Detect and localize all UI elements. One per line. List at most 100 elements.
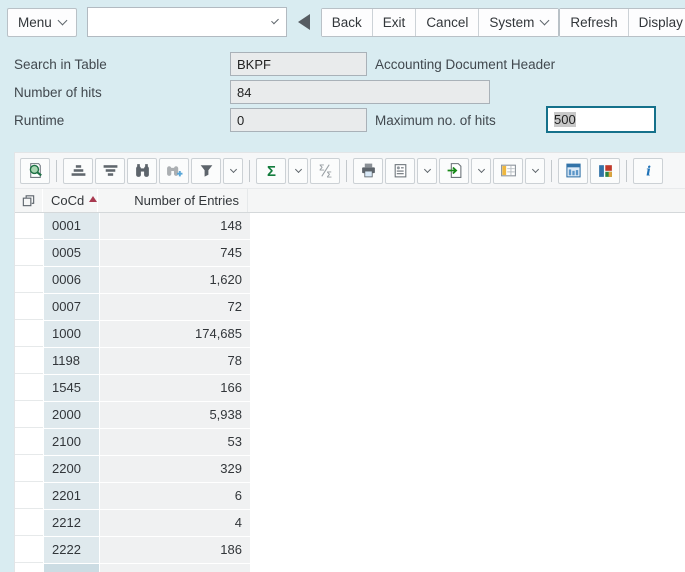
table-row[interactable]: 0001 148 — [15, 213, 685, 239]
menu-button[interactable]: Menu — [7, 7, 77, 37]
info-icon: i — [640, 162, 657, 179]
cocd-cell[interactable]: 1000 — [44, 321, 99, 347]
export-dropdown-button[interactable] — [471, 157, 491, 184]
command-combobox[interactable] — [86, 7, 287, 37]
row-select-cell[interactable] — [15, 483, 43, 509]
cocd-cell[interactable]: 0007 — [44, 294, 99, 320]
cocd-cell[interactable]: 0001 — [44, 213, 99, 239]
select-all-button[interactable] — [15, 189, 43, 212]
cocd-cell[interactable]: 0006 — [44, 267, 99, 293]
cocd-cell[interactable]: 2100 — [44, 429, 99, 455]
cocd-cell[interactable]: 2201 — [44, 483, 99, 509]
row-select-cell[interactable] — [15, 456, 43, 482]
print-button[interactable] — [353, 157, 383, 184]
row-select-cell[interactable] — [15, 564, 43, 572]
entries-cell[interactable]: 174,685 — [100, 321, 250, 347]
runtime-field[interactable]: 0 — [230, 108, 367, 132]
entries-cell[interactable]: 6 — [100, 483, 250, 509]
table-row[interactable]: 2201 6 — [15, 483, 685, 509]
system-menu-button[interactable]: System — [478, 8, 559, 36]
export-button[interactable] — [439, 157, 469, 184]
entries-cell[interactable]: 72 — [100, 294, 250, 320]
table-row-partial[interactable] — [15, 564, 685, 572]
row-select-cell[interactable] — [15, 429, 43, 455]
back-button[interactable]: Back — [321, 8, 372, 36]
table-row[interactable]: 0007 72 — [15, 294, 685, 320]
find-next-button[interactable] — [159, 157, 189, 184]
cocd-cell[interactable]: 0005 — [44, 240, 99, 266]
cocd-cell[interactable]: 1545 — [44, 375, 99, 401]
search-in-table-label: Search in Table — [14, 57, 107, 72]
sort-ascending-button[interactable] — [63, 157, 93, 184]
column-header-entries[interactable]: Number of Entries — [98, 189, 248, 212]
cocd-cell[interactable]: 2200 — [44, 456, 99, 482]
row-select-cell[interactable] — [15, 294, 43, 320]
max-hits-input[interactable]: 500 — [546, 106, 656, 133]
row-select-cell[interactable] — [15, 375, 43, 401]
number-of-hits-field[interactable]: 84 — [230, 80, 490, 104]
cocd-cell[interactable]: 2222 — [44, 537, 99, 563]
row-select-cell[interactable] — [15, 510, 43, 536]
table-row[interactable]: 2100 53 — [15, 429, 685, 455]
entries-cell[interactable]: 745 — [100, 240, 250, 266]
row-select-cell[interactable] — [15, 321, 43, 347]
views-dropdown-button[interactable] — [417, 157, 437, 184]
cocd-cell[interactable]: 2000 — [44, 402, 99, 428]
sum-button[interactable]: Σ — [256, 157, 286, 184]
table-row[interactable]: 2212 4 — [15, 510, 685, 536]
cocd-cell[interactable] — [44, 564, 99, 572]
layout-button[interactable] — [493, 157, 523, 184]
details-button[interactable] — [20, 157, 50, 184]
display-selection-button[interactable]: Display Selection — [627, 8, 685, 36]
sort-descending-button[interactable] — [95, 157, 125, 184]
search-table-field[interactable]: BKPF — [230, 52, 367, 76]
views-button[interactable] — [385, 157, 415, 184]
entries-cell[interactable]: 148 — [100, 213, 250, 239]
entries-cell[interactable]: 5,938 — [100, 402, 250, 428]
svg-text:i: i — [646, 164, 651, 179]
subtotals-button[interactable]: ΣΣ — [310, 157, 340, 184]
entries-cell[interactable]: 1,620 — [100, 267, 250, 293]
chevron-down-icon — [531, 165, 539, 174]
row-select-cell[interactable] — [15, 240, 43, 266]
entries-cell[interactable]: 78 — [100, 348, 250, 374]
command-field[interactable] — [96, 14, 273, 30]
toolbar-separator — [249, 159, 250, 182]
row-select-cell[interactable] — [15, 348, 43, 374]
entries-cell[interactable]: 53 — [100, 429, 250, 455]
cocd-cell[interactable]: 1198 — [44, 348, 99, 374]
chart-button[interactable] — [590, 157, 620, 184]
entries-cell[interactable]: 4 — [100, 510, 250, 536]
info-button[interactable]: i — [633, 157, 663, 184]
entries-cell[interactable]: 186 — [100, 537, 250, 563]
row-select-cell[interactable] — [15, 267, 43, 293]
layout-dropdown-button[interactable] — [525, 157, 545, 184]
sum-icon: Σ — [263, 162, 280, 179]
table-row[interactable]: 2000 5,938 — [15, 402, 685, 428]
cancel-button[interactable]: Cancel — [415, 8, 479, 36]
filter-dropdown-button[interactable] — [223, 157, 243, 184]
entries-cell[interactable]: 329 — [100, 456, 250, 482]
entries-cell[interactable] — [100, 564, 250, 572]
refresh-button[interactable]: Refresh — [560, 8, 628, 36]
find-button[interactable] — [127, 157, 157, 184]
row-select-cell[interactable] — [15, 213, 43, 239]
row-select-cell[interactable] — [15, 402, 43, 428]
row-select-cell[interactable] — [15, 537, 43, 563]
table-row[interactable]: 2222 186 — [15, 537, 685, 563]
table-row[interactable]: 1545 166 — [15, 375, 685, 401]
collapse-left-icon[interactable] — [297, 14, 310, 30]
sum-dropdown-button[interactable] — [288, 157, 308, 184]
graphic-button[interactable] — [558, 157, 588, 184]
table-row[interactable]: 0005 745 — [15, 240, 685, 266]
svg-text:Σ: Σ — [267, 164, 276, 179]
column-header-cocd[interactable]: CoCd — [43, 189, 98, 212]
table-row[interactable]: 0006 1,620 — [15, 267, 685, 293]
table-row[interactable]: 2200 329 — [15, 456, 685, 482]
table-row[interactable]: 1000 174,685 — [15, 321, 685, 347]
table-row[interactable]: 1198 78 — [15, 348, 685, 374]
filter-button[interactable] — [191, 157, 221, 184]
exit-button[interactable]: Exit — [371, 8, 416, 36]
entries-cell[interactable]: 166 — [100, 375, 250, 401]
cocd-cell[interactable]: 2212 — [44, 510, 99, 536]
